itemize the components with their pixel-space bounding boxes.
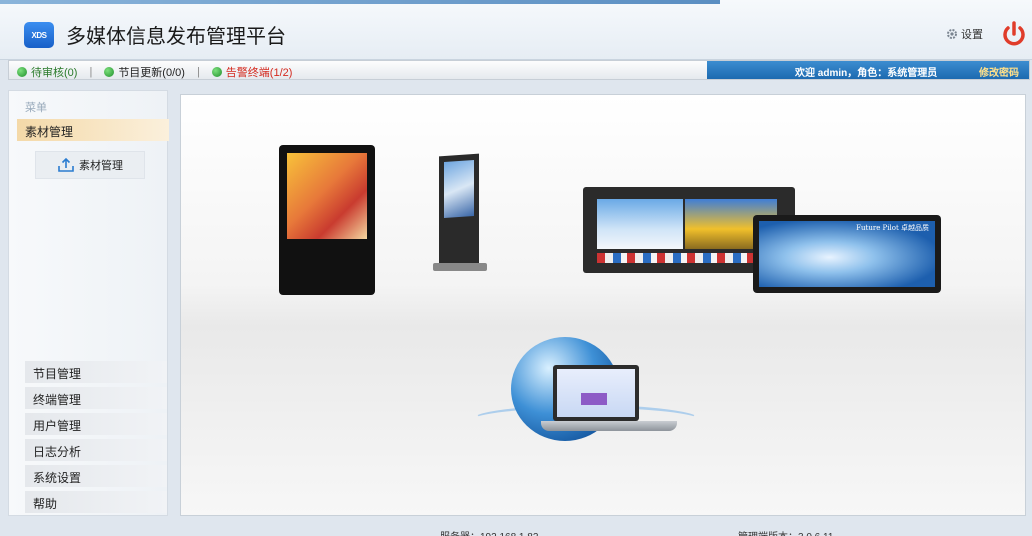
change-password-link[interactable]: 修改密码 bbox=[979, 64, 1019, 79]
laptop-base bbox=[541, 421, 677, 431]
sidebar-item-user[interactable]: 用户管理 bbox=[25, 413, 167, 435]
sidebar-item-system[interactable]: 系统设置 bbox=[25, 465, 167, 487]
program-update-label: 节目更新(0/0) bbox=[118, 67, 185, 79]
main-content: Future Pilot 卓越品质 bbox=[180, 94, 1026, 516]
divider: | bbox=[89, 66, 93, 78]
ring-banner-screen-image: Future Pilot 卓越品质 bbox=[753, 215, 941, 293]
sidebar-item-help[interactable]: 帮助 bbox=[25, 491, 167, 513]
gear-icon bbox=[947, 29, 957, 39]
alarm-terminal-label: 告警终端(1/2) bbox=[225, 67, 293, 79]
header: XDS 多媒体信息发布管理平台 设置 bbox=[0, 0, 1032, 60]
app-title: 多媒体信息发布管理平台 bbox=[66, 26, 286, 48]
status-items: 待审核(0) | 节目更新(0/0) | 告警终端(1/2) bbox=[17, 64, 292, 80]
top-strip bbox=[0, 0, 720, 4]
status-ok-icon bbox=[104, 67, 115, 77]
alarm-terminal-link[interactable]: 告警终端(1/2) bbox=[211, 64, 293, 80]
pending-review-label: 待审核(0) bbox=[31, 67, 78, 79]
footer: 服务器：192.168.1.82 管理端版本：3.0.6.11 bbox=[0, 518, 1032, 536]
sidebar-item-log[interactable]: 日志分析 bbox=[25, 439, 167, 461]
client-version: 管理端版本：3.0.6.11 bbox=[738, 528, 833, 536]
sidebar-item-terminal[interactable]: 终端管理 bbox=[25, 387, 167, 409]
power-icon[interactable] bbox=[1000, 20, 1028, 48]
sub-item-material-management[interactable]: 素材管理 bbox=[35, 151, 145, 179]
welcome-text: 欢迎 admin，角色：系统管理员 bbox=[795, 68, 938, 79]
standing-kiosk-image bbox=[439, 153, 479, 267]
settings-button[interactable]: 设置 bbox=[946, 26, 983, 42]
program-update-link[interactable]: 节目更新(0/0) bbox=[104, 64, 185, 80]
pending-review-link[interactable]: 待审核(0) bbox=[17, 64, 77, 80]
sidebar-item-material[interactable]: 素材管理 bbox=[17, 119, 169, 141]
divider: | bbox=[196, 66, 200, 78]
settings-label: 设置 bbox=[961, 29, 983, 41]
sub-item-label: 素材管理 bbox=[79, 160, 123, 172]
status-ok-icon bbox=[211, 67, 222, 77]
upload-icon bbox=[58, 157, 74, 172]
laptop-image bbox=[553, 365, 639, 421]
sidebar-item-program[interactable]: 节目管理 bbox=[25, 361, 167, 383]
user-area: 欢迎 admin，角色：系统管理员 修改密码 bbox=[707, 61, 1029, 79]
menu-title: 菜单 bbox=[25, 102, 47, 114]
banner-text: Future Pilot 卓越品质 bbox=[856, 224, 929, 232]
kiosk-display-image bbox=[279, 145, 375, 295]
server-address: 服务器：192.168.1.82 bbox=[440, 528, 538, 536]
menu-list: 节目管理 终端管理 用户管理 日志分析 系统设置 帮助 bbox=[25, 361, 167, 517]
app-logo: XDS bbox=[24, 22, 54, 48]
sidebar: 菜单 素材管理 素材管理 节目管理 终端管理 用户管理 日志分析 系统设置 帮助 bbox=[8, 90, 169, 517]
status-bar: 待审核(0) | 节目更新(0/0) | 告警终端(1/2) 欢迎 admin，… bbox=[8, 60, 1030, 80]
status-ok-icon bbox=[17, 67, 27, 77]
kiosk-base bbox=[433, 263, 487, 271]
